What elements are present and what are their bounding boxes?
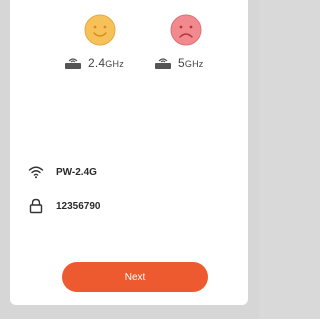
ssid-field[interactable]: PW-2.4G (28, 162, 240, 182)
band-5ghz-value: 5 (178, 56, 185, 70)
wifi-setup-card: 2.4GHz 5GHz PW-2.4G 12356790 Next (10, 0, 248, 305)
band-2-4ghz-label-row: 2.4GHz (64, 54, 154, 72)
password-field[interactable]: 12356790 (28, 196, 240, 216)
ssid-value: PW-2.4G (56, 166, 97, 178)
band-2-4ghz-label: 2.4GHz (88, 56, 124, 70)
wifi-icon (28, 166, 44, 179)
band-status-section: 2.4GHz 5GHz (10, 14, 248, 74)
band-5ghz-unit: GHz (184, 59, 204, 69)
band-2-4ghz-value: 2.4 (88, 56, 106, 70)
next-button[interactable]: Next (62, 262, 208, 292)
band-5ghz-label: 5GHz (178, 56, 203, 70)
lock-icon (29, 198, 43, 214)
password-value: 12356790 (56, 200, 101, 212)
band-5ghz[interactable]: 5GHz (144, 14, 224, 74)
band-5ghz-label-row: 5GHz (154, 54, 244, 72)
router-icon (155, 58, 171, 69)
happy-face-icon (84, 14, 116, 46)
band-2-4ghz-unit: GHz (105, 59, 124, 69)
screen-background: 2.4GHz 5GHz PW-2.4G 12356790 Next (0, 0, 259, 319)
sad-face-icon (170, 14, 202, 46)
router-icon (65, 58, 81, 69)
band-2-4ghz[interactable]: 2.4GHz (58, 14, 138, 74)
